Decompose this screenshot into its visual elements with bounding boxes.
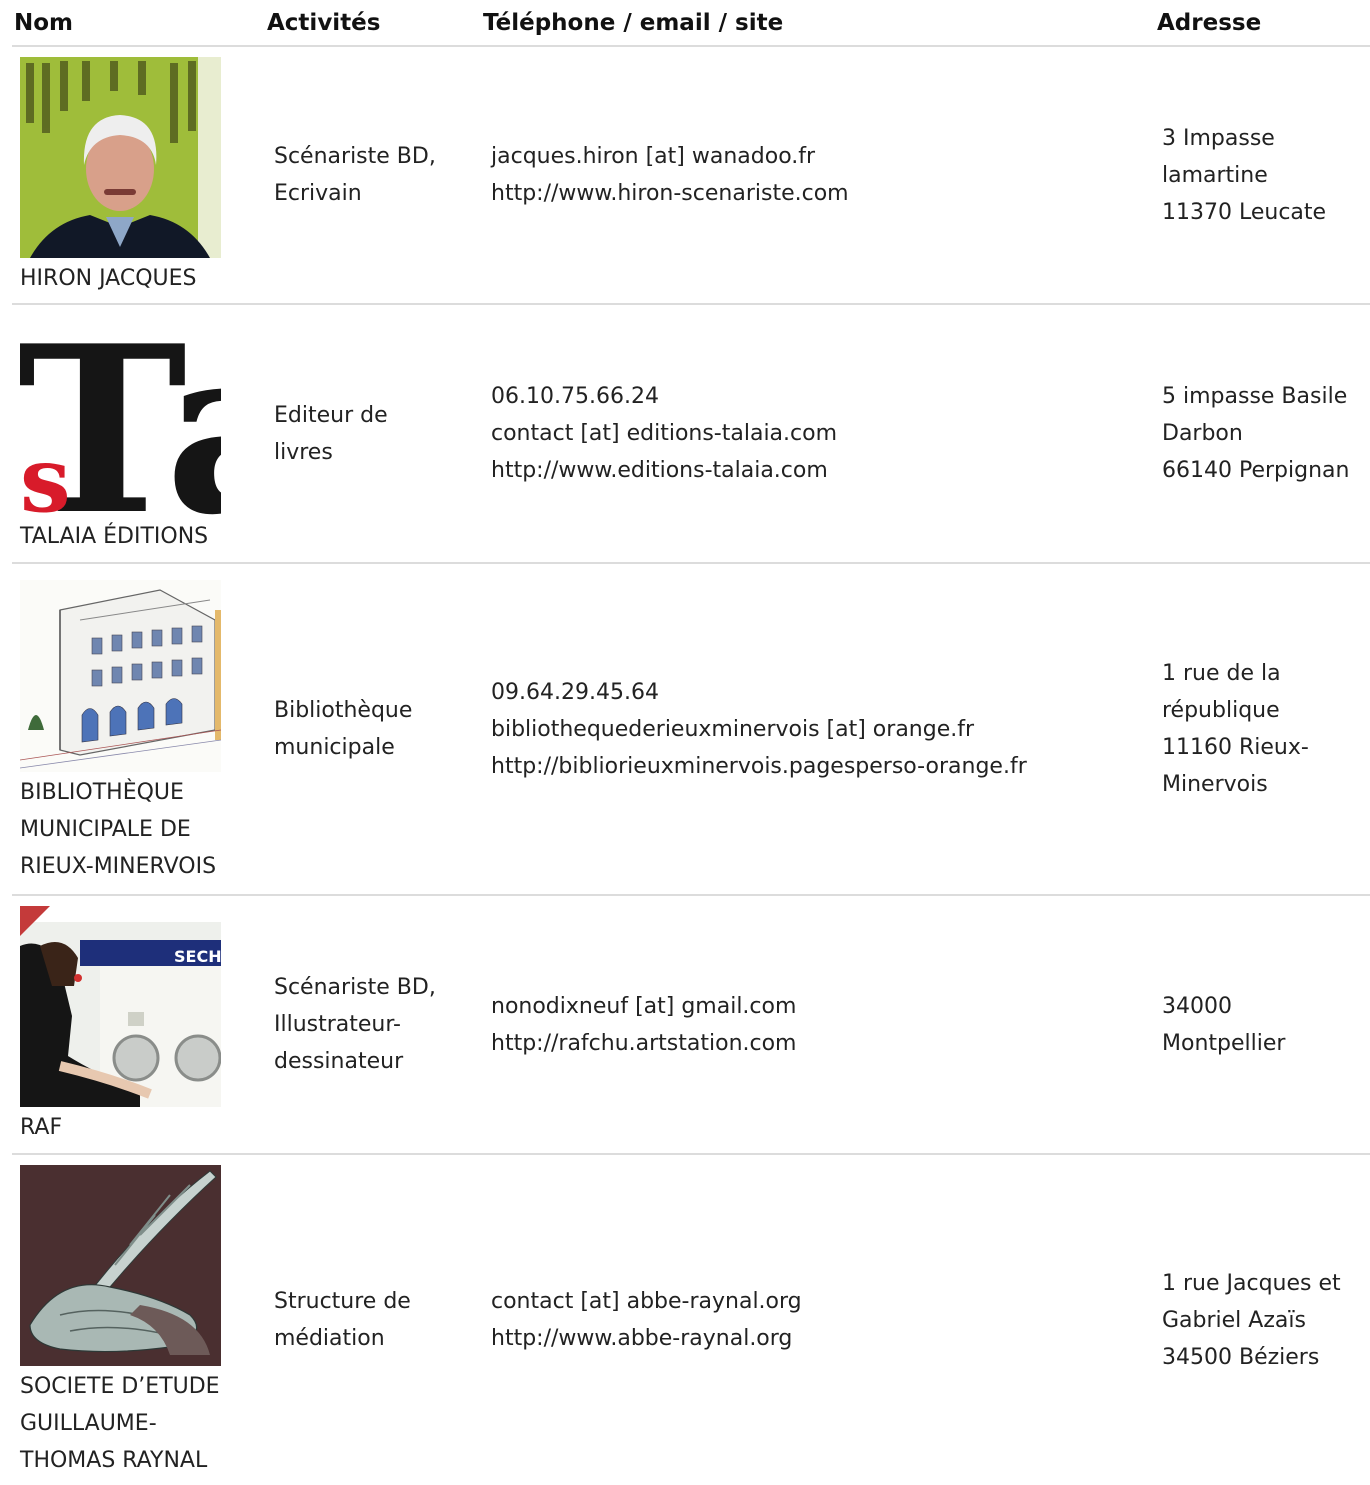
website-link[interactable]: http://rafchu.artstation.com <box>491 1025 1155 1062</box>
activity-line: médiation <box>274 1326 385 1351</box>
activities-cell: Structure de médiation <box>265 1154 481 1485</box>
table-row: BIBLIOTHÈQUE MUNICIPALE DE RIEUX-MINERVO… <box>12 563 1370 896</box>
phone-text: 06.10.75.66.24 <box>491 384 659 409</box>
website-link[interactable]: http://www.hiron-scenariste.com <box>491 175 1155 212</box>
address-line: 5 impasse Basile <box>1162 384 1348 409</box>
address-cell: 1 rue Jacques et Gabriel Azaïs 34500 Béz… <box>1155 1154 1370 1485</box>
address-cell: 1 rue de la république 11160 Rieux- Mine… <box>1155 563 1370 896</box>
column-header-address[interactable]: Adresse <box>1155 0 1370 47</box>
address-line: Gabriel Azaïs <box>1162 1307 1306 1333</box>
activities-cell: Editeur de livres <box>265 304 481 564</box>
activities-cell: Scénariste BD, Illustrateur- dessinateur <box>265 895 481 1155</box>
svg-text:SECH: SECH <box>174 947 221 966</box>
address-line: république <box>1162 698 1280 723</box>
portrait-photo[interactable] <box>20 57 221 258</box>
contact-cell: contact [at] abbe-raynal.org http://www.… <box>481 1154 1155 1485</box>
name-cell: SOCIETE D’ETUDE GUILLAUME- THOMAS RAYNAL <box>12 1154 265 1485</box>
table-header-row: Nom Activités Téléphone / email / site A… <box>12 0 1370 47</box>
entity-name[interactable]: SOCIETE D’ETUDE GUILLAUME- THOMAS RAYNAL <box>20 1368 265 1479</box>
address-line: 11370 Leucate <box>1162 199 1327 225</box>
table-row: SOCIETE D’ETUDE GUILLAUME- THOMAS RAYNAL… <box>12 1154 1370 1485</box>
column-header-contact[interactable]: Téléphone / email / site <box>481 0 1155 47</box>
name-line: GUILLAUME- <box>20 1411 157 1436</box>
address-line: 1 rue de la <box>1162 661 1281 686</box>
activities-cell: Scénariste BD, Ecrivain <box>265 46 481 305</box>
phone-text: 09.64.29.45.64 <box>491 679 659 705</box>
activity-line: Scénariste BD, <box>274 144 436 169</box>
website-link[interactable]: http://www.abbe-raynal.org <box>491 1320 1155 1357</box>
entity-name[interactable]: RAF <box>20 1109 265 1146</box>
address-line: 11160 Rieux- <box>1162 735 1309 760</box>
name-line: RIEUX-MINERVOIS <box>20 854 217 879</box>
activity-line: Bibliothèque <box>274 698 413 723</box>
building-sketch[interactable] <box>20 580 221 772</box>
address-cell: 34000 Montpellier <box>1155 895 1370 1155</box>
name-cell: HIRON JACQUES <box>12 46 265 305</box>
name-cell: BIBLIOTHÈQUE MUNICIPALE DE RIEUX-MINERVO… <box>12 563 265 896</box>
activity-line: Ecrivain <box>274 181 362 206</box>
publisher-logo[interactable]: Ta s <box>20 315 221 516</box>
table-row: Ta s TALAIA ÉDITIONS Editeur de livres 0… <box>12 304 1370 564</box>
address-cell: 3 Impasse lamartine 11370 Leucate <box>1155 46 1370 305</box>
address-line: 66140 Perpignan <box>1162 458 1350 483</box>
name-line: SOCIETE D’ETUDE <box>20 1374 220 1399</box>
column-header-name[interactable]: Nom <box>12 0 265 47</box>
email-text: jacques.hiron [at] wanadoo.fr <box>491 144 816 169</box>
address-cell: 5 impasse Basile Darbon 66140 Perpignan <box>1155 304 1370 564</box>
name-cell: SECH RAF <box>12 895 265 1155</box>
address-line: 3 Impasse <box>1162 125 1275 151</box>
activity-line: Structure de <box>274 1289 411 1314</box>
address-line: 34000 <box>1162 993 1232 1019</box>
contact-cell: 09.64.29.45.64 bibliothequederieuxminerv… <box>481 563 1155 896</box>
address-line: lamartine <box>1162 162 1268 188</box>
quill-engraving[interactable] <box>20 1165 221 1366</box>
entity-name[interactable]: HIRON JACQUES <box>20 260 265 297</box>
address-line: 34500 Béziers <box>1162 1344 1320 1370</box>
activity-line: Illustrateur- <box>274 1012 401 1037</box>
activity-line: Scénariste BD, <box>274 975 436 1000</box>
table-row: HIRON JACQUES Scénariste BD, Ecrivain ja… <box>12 46 1370 305</box>
email-text: contact [at] editions-talaia.com <box>491 421 838 446</box>
laundromat-photo[interactable]: SECH <box>20 906 221 1107</box>
email-text: nonodixneuf [at] gmail.com <box>491 993 797 1019</box>
activities-cell: Bibliothèque municipale <box>265 563 481 896</box>
email-text: bibliothequederieuxminervois [at] orange… <box>491 716 975 742</box>
activity-line: Editeur de <box>274 402 388 428</box>
activity-line: dessinateur <box>274 1049 404 1074</box>
contact-cell: nonodixneuf [at] gmail.com http://rafchu… <box>481 895 1155 1155</box>
activity-line: municipale <box>274 735 395 760</box>
directory-table: Nom Activités Téléphone / email / site A… <box>12 0 1370 1485</box>
name-line: MUNICIPALE DE <box>20 817 191 842</box>
contact-cell: jacques.hiron [at] wanadoo.fr http://www… <box>481 46 1155 305</box>
address-line: 1 rue Jacques et <box>1162 1270 1341 1296</box>
website-link[interactable]: http://www.editions-talaia.com <box>491 452 1155 489</box>
website-link[interactable]: http://bibliorieuxminervois.pagesperso-o… <box>491 748 1155 785</box>
address-line: Darbon <box>1162 421 1243 446</box>
address-line: Minervois <box>1162 772 1268 797</box>
svg-text:s: s <box>20 427 71 516</box>
entity-name[interactable]: TALAIA ÉDITIONS <box>20 518 265 555</box>
table-row: SECH RAF Scénariste BD, Illustrateur- de… <box>12 895 1370 1155</box>
email-text: contact [at] abbe-raynal.org <box>491 1289 802 1314</box>
name-line: BIBLIOTHÈQUE <box>20 780 184 805</box>
address-line: Montpellier <box>1162 1030 1286 1056</box>
column-header-activities[interactable]: Activités <box>265 0 481 47</box>
entity-name[interactable]: BIBLIOTHÈQUE MUNICIPALE DE RIEUX-MINERVO… <box>20 774 265 885</box>
name-line: THOMAS RAYNAL <box>20 1448 208 1473</box>
name-cell: Ta s TALAIA ÉDITIONS <box>12 304 265 564</box>
contact-cell: 06.10.75.66.24 contact [at] editions-tal… <box>481 304 1155 564</box>
activity-line: livres <box>274 439 333 465</box>
